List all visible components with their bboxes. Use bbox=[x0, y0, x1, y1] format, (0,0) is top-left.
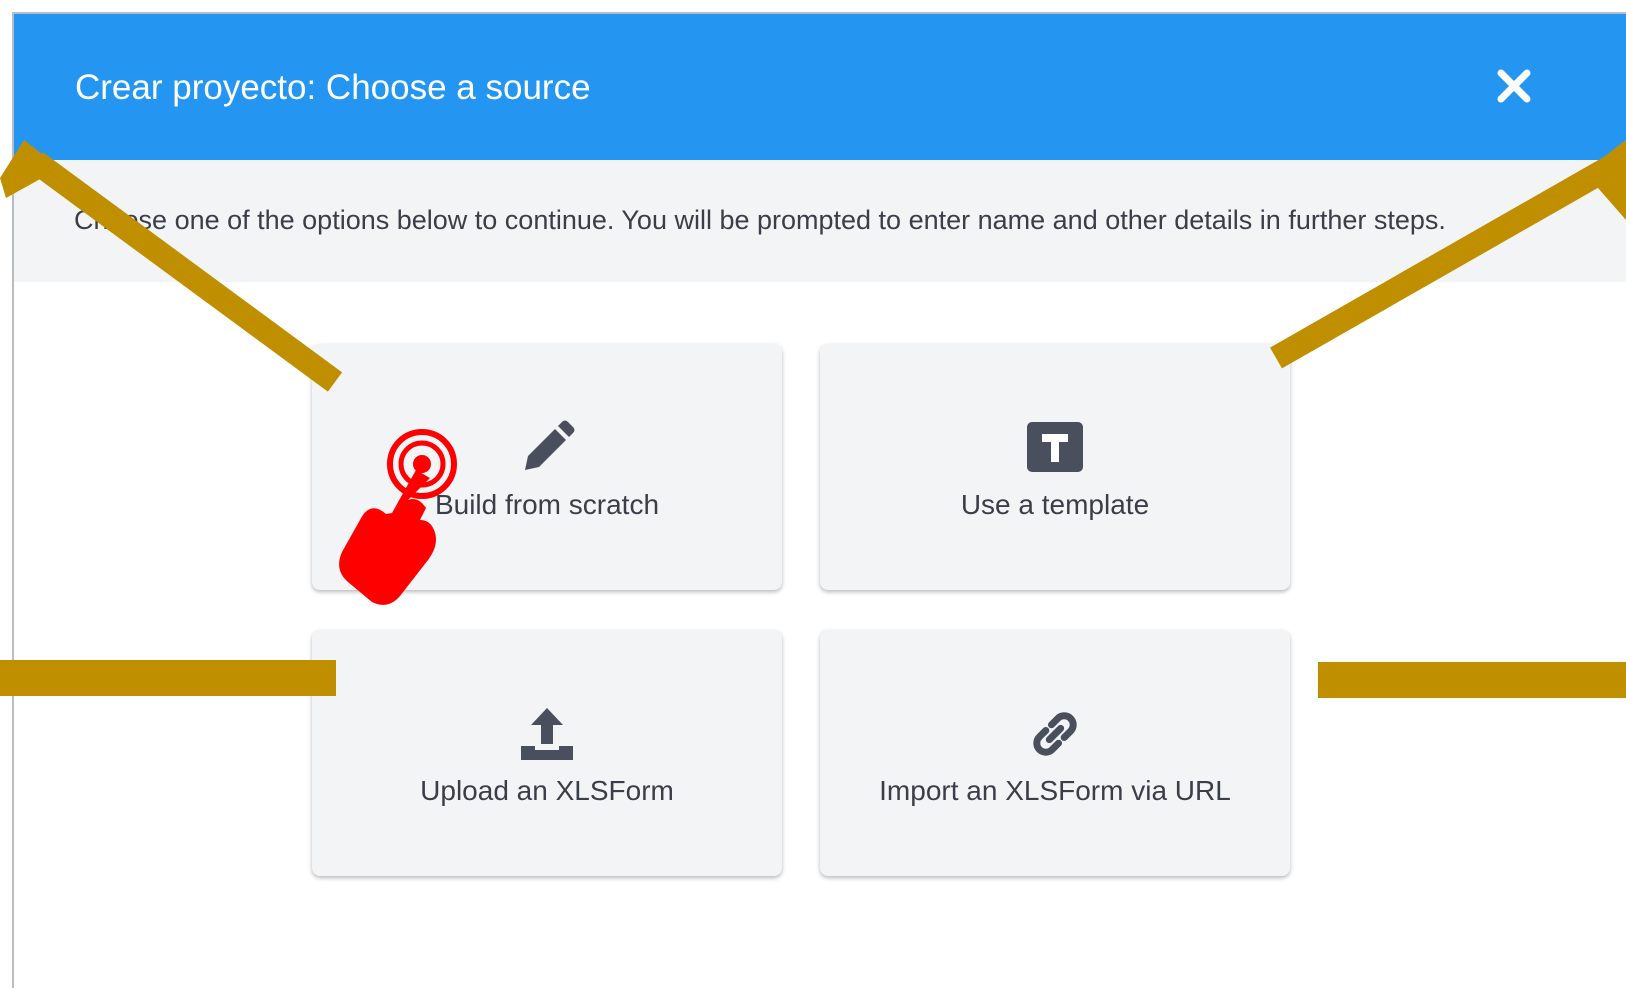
instructions-bar: Choose one of the options below to conti… bbox=[14, 160, 1626, 282]
import-xlsform-url-button[interactable]: Import an XLSForm via URL bbox=[820, 630, 1290, 876]
close-button[interactable] bbox=[1486, 58, 1542, 114]
dialog-title: Crear proyecto: Choose a source bbox=[75, 68, 591, 107]
close-icon bbox=[1497, 69, 1531, 103]
create-project-dialog: Crear proyecto: Choose a source Choose o… bbox=[12, 12, 1626, 988]
upload-xlsform-label: Upload an XLSForm bbox=[420, 775, 674, 806]
build-from-scratch-label: Build from scratch bbox=[434, 489, 660, 520]
upload-icon bbox=[521, 708, 573, 760]
import-xlsform-url-label: Import an XLSForm via URL bbox=[879, 775, 1231, 806]
instructions-text: Choose one of the options below to conti… bbox=[74, 205, 1446, 235]
dialog-header: Crear proyecto: Choose a source bbox=[14, 14, 1626, 160]
build-from-scratch-button[interactable]: Build from scratch bbox=[312, 344, 782, 590]
link-icon bbox=[1033, 712, 1077, 756]
upload-xlsform-button[interactable]: Upload an XLSForm bbox=[312, 630, 782, 876]
use-template-button[interactable]: Use a template bbox=[820, 344, 1290, 590]
use-template-label: Use a template bbox=[960, 489, 1150, 520]
template-icon bbox=[1027, 422, 1083, 472]
pencil-icon bbox=[525, 420, 575, 470]
screen: Crear proyecto: Choose a source Choose o… bbox=[0, 0, 1626, 988]
